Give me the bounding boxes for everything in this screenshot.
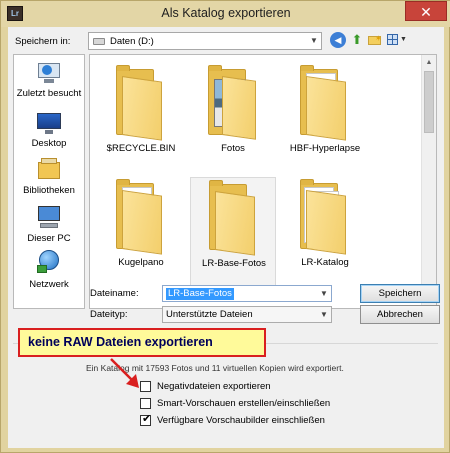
annotation-callout: keine RAW Dateien exportieren bbox=[18, 328, 266, 357]
place-label: Zuletzt besucht bbox=[16, 88, 82, 99]
folder-item-selected[interactable]: LR-Base-Fotos bbox=[190, 177, 276, 287]
folder-doc-icon bbox=[300, 65, 350, 141]
network-icon bbox=[36, 250, 62, 276]
smart-previews-checkbox[interactable] bbox=[140, 398, 151, 409]
folder-name: HBF-Hyperlapse bbox=[289, 143, 361, 154]
place-desktop[interactable]: Desktop bbox=[14, 113, 84, 149]
desktop-icon bbox=[36, 113, 62, 135]
folder-name: LR-Katalog bbox=[301, 257, 349, 268]
place-this-pc[interactable]: Dieser PC bbox=[14, 206, 84, 244]
available-previews-checkbox[interactable]: ✔ bbox=[140, 413, 152, 426]
filetype-label: Dateityp: bbox=[90, 309, 128, 320]
annotation-arrow-icon bbox=[110, 358, 139, 388]
folder-name: LR-Base-Fotos bbox=[202, 258, 266, 269]
title-bar: Lr Als Katalog exportieren ✕ bbox=[1, 1, 450, 27]
save-in-label: Speichern in: bbox=[15, 36, 71, 47]
folder-item[interactable]: LR-Katalog bbox=[282, 177, 368, 287]
file-list[interactable]: $RECYCLE.BIN Fotos HBF-Hyperlapse Kugelp… bbox=[89, 54, 437, 309]
save-in-value: Daten (D:) bbox=[110, 36, 154, 47]
back-icon[interactable]: ◀ bbox=[330, 32, 346, 48]
views-menu-icon[interactable]: ▼ bbox=[386, 32, 408, 48]
filetype-dropdown[interactable]: Unterstützte Dateien ▼ bbox=[162, 306, 332, 323]
dialog-client-area: Speichern in: Daten (D:) ▼ ◀ ⬆ ✶ ▼ Zulet… bbox=[8, 27, 444, 448]
cancel-button[interactable]: Abbrechen bbox=[360, 305, 440, 324]
computer-icon bbox=[36, 206, 62, 230]
annotation-text: keine RAW Dateien exportieren bbox=[28, 335, 213, 349]
place-recent[interactable]: Zuletzt besucht bbox=[14, 63, 84, 99]
checkbox-label: Smart-Vorschauen erstellen/einschließen bbox=[157, 398, 331, 409]
checkbox-label: Verfügbare Vorschaubilder einschließen bbox=[157, 415, 325, 426]
filename-input[interactable]: LR-Base-Fotos ▼ bbox=[162, 285, 332, 302]
save-button[interactable]: Speichern bbox=[360, 284, 440, 303]
filename-label: Dateiname: bbox=[90, 288, 139, 299]
chevron-down-icon[interactable]: ▼ bbox=[317, 307, 331, 323]
place-label: Desktop bbox=[31, 138, 67, 149]
folder-name: Kugelpano bbox=[118, 257, 164, 268]
libraries-icon bbox=[36, 158, 62, 182]
places-bar: Zuletzt besucht Desktop Bibliotheken Die… bbox=[13, 54, 85, 309]
place-label: Netzwerk bbox=[29, 279, 69, 290]
export-options-panel bbox=[13, 343, 438, 443]
place-libraries[interactable]: Bibliotheken bbox=[14, 158, 84, 196]
up-folder-icon[interactable]: ⬆ bbox=[349, 32, 365, 48]
place-label: Bibliotheken bbox=[23, 185, 75, 196]
folder-photo-icon bbox=[208, 65, 258, 140]
filename-value: LR-Base-Fotos bbox=[166, 288, 234, 300]
chevron-down-icon[interactable]: ▼ bbox=[307, 33, 321, 49]
checkmark-icon: ✔ bbox=[142, 413, 152, 425]
folder-item[interactable]: Kugelpano bbox=[98, 177, 184, 287]
folder-doc-icon bbox=[116, 179, 166, 255]
save-in-dropdown[interactable]: Daten (D:) ▼ bbox=[88, 32, 322, 50]
folder-doc-icon bbox=[300, 179, 350, 255]
folder-item[interactable]: HBF-Hyperlapse bbox=[282, 63, 368, 173]
place-label: Dieser PC bbox=[27, 233, 71, 244]
vertical-scrollbar[interactable]: ▲ ▼ bbox=[421, 55, 436, 308]
chevron-down-icon[interactable]: ▼ bbox=[317, 286, 331, 302]
place-network[interactable]: Netzwerk bbox=[14, 250, 84, 290]
drive-icon bbox=[93, 38, 105, 45]
checkbox-label: Negativdateien exportieren bbox=[157, 381, 271, 392]
folder-icon bbox=[116, 65, 166, 141]
scrollbar-thumb[interactable] bbox=[424, 71, 434, 133]
scroll-up-arrow-icon[interactable]: ▲ bbox=[422, 55, 436, 70]
folder-name: Fotos bbox=[221, 143, 245, 154]
folder-item[interactable]: $RECYCLE.BIN bbox=[98, 63, 184, 173]
recent-places-icon bbox=[36, 63, 62, 85]
folder-item[interactable]: Fotos bbox=[190, 63, 276, 173]
filetype-value: Unterstützte Dateien bbox=[166, 309, 253, 320]
folder-icon bbox=[209, 180, 259, 256]
folder-name: $RECYCLE.BIN bbox=[106, 143, 176, 154]
new-folder-icon[interactable]: ✶ bbox=[367, 32, 383, 48]
export-catalog-dialog: Lr Als Katalog exportieren ✕ Speichern i… bbox=[0, 0, 450, 453]
close-button[interactable]: ✕ bbox=[405, 1, 447, 21]
window-title: Als Katalog exportieren bbox=[161, 6, 291, 20]
